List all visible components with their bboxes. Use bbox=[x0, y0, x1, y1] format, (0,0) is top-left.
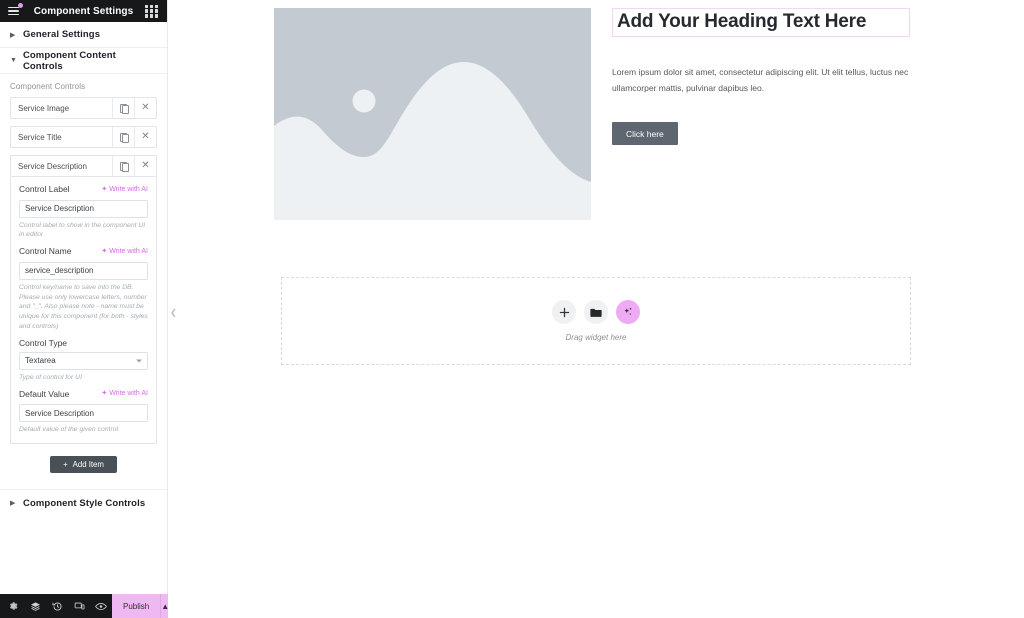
panel-header: Component Settings bbox=[0, 0, 167, 22]
control-row-service-image[interactable]: Service Image ✕ bbox=[10, 97, 157, 119]
publish-label: Publish bbox=[123, 601, 150, 611]
write-with-ai-label: Write with AI bbox=[109, 390, 148, 398]
hero-section: Add Your Heading Text Here Lorem ipsum d… bbox=[274, 8, 910, 220]
publish-button[interactable]: Publish bbox=[112, 594, 161, 618]
duplicate-icon[interactable] bbox=[112, 127, 134, 147]
add-item-button[interactable]: + Add Item bbox=[50, 456, 117, 474]
default-value-helper: Default value of the given control bbox=[19, 426, 118, 434]
remove-icon[interactable]: ✕ bbox=[134, 127, 156, 147]
write-with-ai-label: Write with AI bbox=[109, 185, 148, 193]
control-type-value: Textarea bbox=[25, 356, 56, 366]
default-value-caption: Default Value bbox=[19, 388, 70, 399]
duplicate-icon[interactable] bbox=[112, 98, 134, 118]
settings-panel: Component Settings ▶ General Settings ▼ … bbox=[0, 0, 170, 618]
write-with-ai-label: Write with AI bbox=[109, 247, 148, 255]
write-with-ai-link-control-label[interactable]: ✦ Write with AI bbox=[101, 186, 148, 193]
responsive-icon[interactable] bbox=[68, 594, 90, 618]
control-name-caption: Control Name bbox=[19, 246, 72, 257]
control-editor-panel: Control Label ✦ Write with AI Control la… bbox=[10, 177, 157, 445]
control-row-title[interactable]: Service Description bbox=[11, 156, 112, 176]
section-label: General Settings bbox=[23, 29, 101, 40]
chevron-down-icon bbox=[136, 359, 142, 363]
add-element-button[interactable] bbox=[552, 300, 576, 324]
control-type-helper: Type of control for UI bbox=[19, 373, 82, 381]
chevron-right-icon: ▶ bbox=[10, 500, 16, 508]
preview-icon[interactable] bbox=[90, 594, 112, 618]
plus-icon: + bbox=[63, 460, 68, 470]
control-name-input[interactable] bbox=[19, 261, 148, 280]
section-component-style-controls[interactable]: ▶ Component Style Controls bbox=[0, 490, 167, 517]
hero-text-column: Add Your Heading Text Here Lorem ipsum d… bbox=[601, 8, 910, 220]
control-label-caption: Control Label bbox=[19, 184, 70, 194]
remove-icon[interactable]: ✕ bbox=[134, 156, 156, 176]
folder-templates-button[interactable] bbox=[584, 300, 608, 324]
navigator-icon[interactable] bbox=[24, 594, 46, 618]
control-name-helper: Control key/name to save into the DB. Pl… bbox=[19, 283, 148, 331]
control-type-select-wrap: Textarea bbox=[19, 351, 148, 370]
control-name-row: Control Name ✦ Write with AI bbox=[19, 246, 148, 256]
control-row-title[interactable]: Service Title bbox=[11, 127, 112, 147]
heading-widget[interactable]: Add Your Heading Text Here bbox=[612, 8, 910, 37]
duplicate-icon[interactable] bbox=[112, 156, 134, 176]
control-row-title[interactable]: Service Image bbox=[11, 98, 112, 118]
panel-title: Component Settings bbox=[33, 5, 134, 17]
image-placeholder[interactable] bbox=[274, 8, 591, 220]
panel-body: ▶ General Settings ▼ Component Content C… bbox=[0, 22, 167, 594]
grid-icon[interactable] bbox=[145, 4, 158, 18]
footer-tools bbox=[0, 594, 112, 618]
write-with-ai-link-default-value[interactable]: ✦ Write with AI bbox=[101, 390, 148, 397]
control-type-select[interactable]: Textarea bbox=[19, 351, 148, 370]
drop-zone-label: Drag widget here bbox=[565, 333, 627, 342]
default-value-row: Default Value ✦ Write with AI bbox=[19, 389, 148, 399]
cta-button[interactable]: Click here bbox=[612, 122, 678, 146]
hero-paragraph: Lorem ipsum dolor sit amet, consectetur … bbox=[612, 66, 909, 93]
collapse-panel-icon[interactable]: ❮ bbox=[168, 300, 179, 324]
sparkle-icon: ✦ bbox=[101, 390, 108, 398]
write-with-ai-link-control-name[interactable]: ✦ Write with AI bbox=[101, 248, 148, 255]
default-value-input[interactable] bbox=[19, 404, 148, 423]
notification-dot bbox=[18, 3, 23, 8]
page-title: Add Your Heading Text Here bbox=[617, 11, 867, 32]
sparkle-icon bbox=[624, 307, 632, 315]
ai-builder-button[interactable] bbox=[616, 300, 640, 324]
drop-zone-buttons bbox=[552, 300, 640, 324]
editor-canvas: Add Your Heading Text Here Lorem ipsum d… bbox=[168, 0, 1024, 618]
sparkle-icon: ✦ bbox=[101, 185, 108, 193]
remove-icon[interactable]: ✕ bbox=[134, 98, 156, 118]
content-controls-area: Component Controls Service Image ✕ Servi… bbox=[0, 74, 167, 489]
settings-icon[interactable] bbox=[2, 594, 24, 618]
image-placeholder-graphic bbox=[274, 8, 591, 220]
section-component-content-controls[interactable]: ▼ Component Content Controls bbox=[0, 48, 167, 74]
add-item-label: Add Item bbox=[72, 460, 104, 470]
control-label-helper: Control label to show in the component U… bbox=[19, 221, 146, 239]
editor-root: Component Settings ▶ General Settings ▼ … bbox=[0, 0, 1024, 618]
control-row-service-description[interactable]: Service Description ✕ bbox=[10, 155, 157, 177]
chevron-down-icon: ▼ bbox=[10, 57, 17, 64]
hamburger-icon[interactable] bbox=[6, 3, 23, 18]
chevron-right-icon: ▶ bbox=[10, 31, 16, 39]
control-label-row: Control Label ✦ Write with AI bbox=[19, 184, 148, 194]
drop-zone[interactable]: Drag widget here bbox=[281, 277, 911, 365]
control-row-service-title[interactable]: Service Title ✕ bbox=[10, 126, 157, 148]
add-item-wrap: + Add Item bbox=[10, 456, 157, 474]
section-label: Component Style Controls bbox=[23, 497, 146, 509]
control-label-input[interactable] bbox=[19, 199, 148, 218]
panel-footer: Publish ▲ bbox=[0, 594, 170, 618]
control-type-caption: Control Type bbox=[19, 337, 68, 348]
history-icon[interactable] bbox=[46, 594, 68, 618]
sparkle-icon: ✦ bbox=[101, 247, 108, 255]
section-label: Component Content Controls bbox=[22, 49, 116, 72]
section-general-settings[interactable]: ▶ General Settings bbox=[0, 22, 167, 48]
component-controls-label: Component Controls bbox=[10, 82, 86, 91]
